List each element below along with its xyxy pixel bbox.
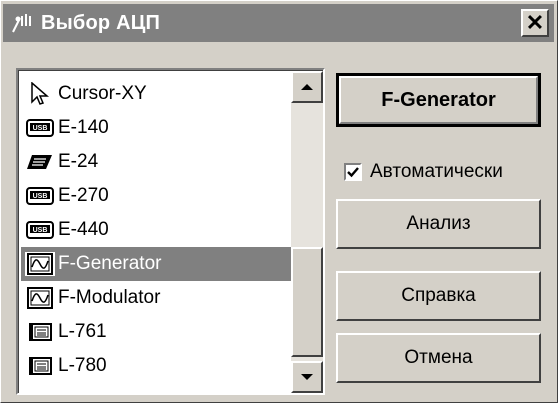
- title-bar[interactable]: Выбор АЦП ✕: [3, 4, 554, 42]
- scroll-thumb[interactable]: [291, 247, 323, 357]
- signal-icon: [9, 9, 37, 37]
- list-item[interactable]: L-780: [21, 349, 293, 383]
- auto-checkbox-label: Автоматически: [370, 161, 503, 182]
- list-item[interactable]: L-761: [21, 315, 293, 349]
- auto-checkbox-row[interactable]: Автоматически: [344, 161, 503, 183]
- svg-text:USB: USB: [33, 227, 48, 234]
- analyze-button[interactable]: Анализ: [336, 199, 541, 249]
- scroll-down-button[interactable]: [291, 361, 323, 393]
- dialog-window: Выбор АЦП ✕ Cursor-XY USB E-140 E-24 USB…: [0, 0, 558, 403]
- list-item-label: L-761: [58, 321, 107, 342]
- list-item-label: F-Generator: [58, 253, 162, 274]
- cancel-button[interactable]: Отмена: [336, 333, 541, 383]
- list-item[interactable]: Cursor-XY: [21, 77, 293, 111]
- window-title: Выбор АЦП: [41, 11, 161, 34]
- waveform-icon: [25, 286, 55, 310]
- device-list: Cursor-XY USB E-140 E-24 USB E-270 USB E…: [21, 77, 293, 383]
- pci-board-icon: [25, 354, 55, 378]
- list-item-label: F-Modulator: [58, 287, 161, 308]
- checkmark-icon: [347, 167, 359, 178]
- list-item-label: E-140: [58, 117, 109, 138]
- device-listbox[interactable]: Cursor-XY USB E-140 E-24 USB E-270 USB E…: [16, 68, 325, 395]
- list-item[interactable]: USB E-140: [21, 111, 293, 145]
- usb-device-icon: USB: [25, 218, 55, 242]
- close-icon: ✕: [525, 10, 545, 35]
- waveform-icon: [25, 252, 55, 276]
- close-button[interactable]: ✕: [521, 9, 549, 37]
- pci-board-icon: [25, 320, 55, 344]
- usb-device-icon: USB: [25, 184, 55, 208]
- selected-device-button[interactable]: F-Generator: [336, 73, 541, 127]
- vertical-scrollbar[interactable]: [291, 71, 323, 393]
- usb-device-icon: USB: [25, 116, 55, 140]
- svg-text:USB: USB: [33, 125, 48, 132]
- pcmcia-card-icon: [25, 150, 55, 174]
- list-item-selected[interactable]: F-Generator: [21, 247, 291, 281]
- auto-checkbox[interactable]: [344, 163, 362, 181]
- help-button[interactable]: Справка: [336, 271, 541, 321]
- svg-text:USB: USB: [33, 193, 48, 200]
- list-item[interactable]: USB E-440: [21, 213, 293, 247]
- cursor-icon: [25, 82, 55, 106]
- arrow-up-icon: [301, 84, 313, 90]
- arrow-down-icon: [301, 374, 313, 380]
- scroll-up-button[interactable]: [291, 71, 323, 103]
- list-item-label: E-24: [58, 151, 99, 172]
- list-item-label: E-270: [58, 185, 109, 206]
- list-item[interactable]: USB E-270: [21, 179, 293, 213]
- list-item-label: Cursor-XY: [58, 83, 147, 104]
- list-item-label: L-780: [58, 355, 107, 376]
- list-item[interactable]: F-Modulator: [21, 281, 293, 315]
- list-item[interactable]: E-24: [21, 145, 293, 179]
- list-item-label: E-440: [58, 219, 109, 240]
